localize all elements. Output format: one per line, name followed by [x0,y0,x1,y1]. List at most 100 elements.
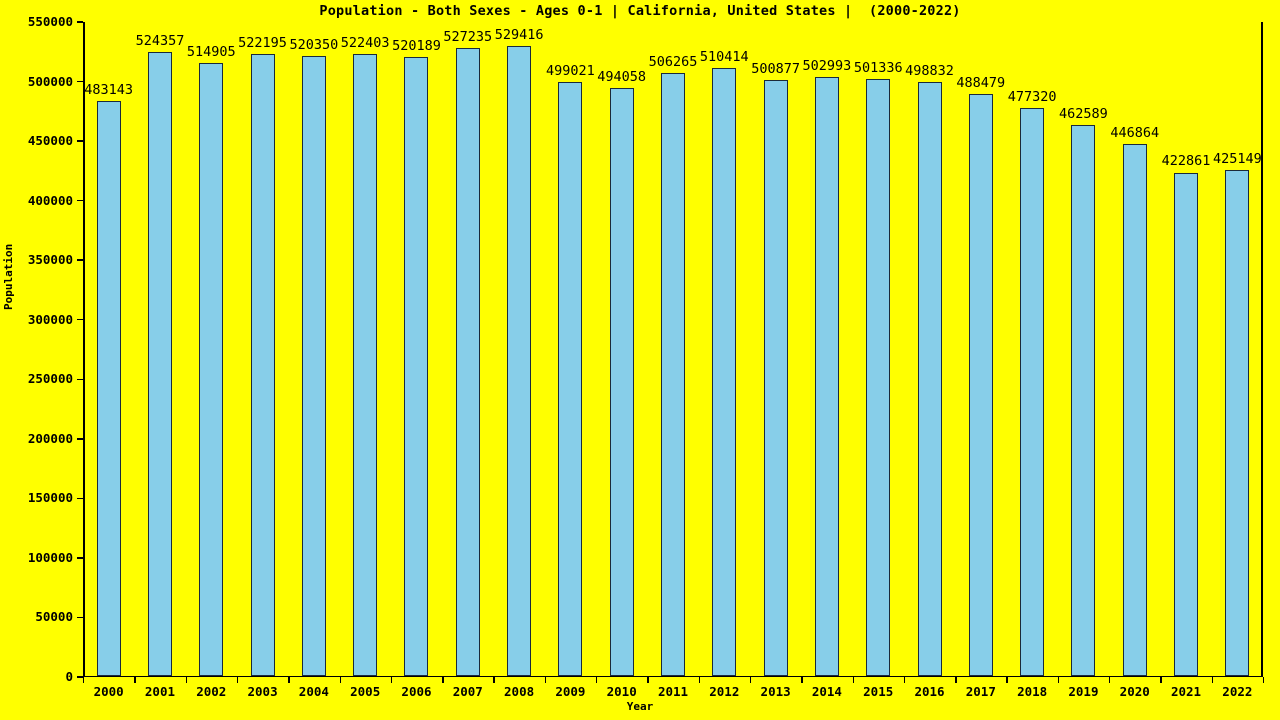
x-axis-tick [544,677,547,683]
bar[interactable] [301,56,326,677]
x-axis-tick [288,677,290,683]
x-axis-tick [134,677,136,683]
bar[interactable] [1122,143,1147,677]
x-axis-tick-label: 2019 [1068,684,1099,699]
y-axis-tick-label: 0 [65,669,73,684]
x-axis-tick [955,677,957,683]
y-axis-tick-label: 550000 [27,14,73,29]
x-axis-tick-label: 2003 [247,684,278,699]
bar[interactable] [353,53,378,677]
y-axis-tick [77,259,83,261]
x-axis-tick [185,677,187,683]
y-axis-tick [77,21,83,23]
bar[interactable] [404,56,429,677]
y-axis-tick [77,497,83,500]
y-axis-title: Population [2,243,15,310]
x-axis-tick-label: 2012 [709,684,740,699]
y-axis-tick [77,319,83,321]
x-axis-tick-label: 2009 [555,684,586,699]
bar[interactable] [507,45,532,677]
bar-value-label: 462589 [1059,106,1108,123]
bar-value-label: 520189 [392,37,441,54]
bar-value-label: 527235 [443,29,493,46]
y-axis-tick-label: 250000 [27,371,73,387]
y-axis-tick-label: 450000 [27,133,73,149]
bar-value-label: 501336 [853,59,903,76]
x-axis-tick [801,677,803,683]
y-axis-tick [77,616,83,619]
x-axis-tick-label: 2007 [452,684,483,699]
bar-value-label: 510414 [699,49,749,66]
x-axis-tick [903,677,906,683]
x-axis-tick [596,677,598,683]
y-axis-tick [77,378,83,380]
bar[interactable] [1020,107,1045,677]
right-spine [1261,22,1263,677]
x-axis-tick-label: 2013 [760,684,791,699]
bar[interactable] [917,82,942,677]
x-axis-tick [83,677,85,683]
x-axis-tick-label: 2018 [1017,684,1048,699]
x-axis-tick-label: 2020 [1119,684,1150,699]
x-axis-tick-label: 2000 [93,684,124,699]
y-axis-tick-label: 400000 [27,192,73,208]
bar[interactable] [814,77,839,677]
x-axis-tick-label: 2011 [657,684,689,699]
y-axis-line [83,22,85,677]
x-axis-tick [749,677,752,683]
x-axis-tick-label: 2002 [196,684,227,699]
bar[interactable] [866,79,891,677]
y-axis-tick-label: 200000 [27,430,73,446]
bar[interactable] [455,48,480,677]
x-axis-tick [1160,677,1162,683]
bar[interactable] [250,54,275,677]
bar-value-label: 422861 [1161,153,1211,170]
y-axis-tick [77,140,83,142]
bar-value-label: 506265 [648,54,698,71]
bar[interactable] [199,62,224,677]
y-axis-tick-label: 150000 [27,490,73,506]
y-axis-tick-label: 100000 [27,549,73,565]
bar-value-label: 488479 [956,75,1006,92]
x-axis-tick [236,677,239,683]
bar[interactable] [147,51,172,677]
bar-value-label: 499021 [546,62,595,79]
x-axis-tick [852,677,854,683]
x-axis-tick [1006,677,1008,683]
x-axis-tick [390,677,393,683]
x-axis-tick-label: 2010 [606,684,637,699]
y-axis-tick-label: 350000 [27,252,73,268]
bar-value-label: 529416 [494,26,544,43]
bar-value-label: 483143 [84,81,134,98]
y-axis-tick [77,438,83,440]
x-axis-tick-label: 2005 [350,684,381,699]
bar-value-label: 498832 [905,62,954,79]
bar-value-label: 522195 [238,35,287,52]
y-axis-tick-label: 50000 [35,609,73,625]
chart-title: Population - Both Sexes - Ages 0-1 | Cal… [319,3,961,19]
bar[interactable] [609,87,634,677]
y-axis-tick [77,80,83,83]
bar[interactable] [968,94,993,677]
bar-chart: Population - Both Sexes - Ages 0-1 | Cal… [0,0,1280,720]
x-axis-tick-label: 2015 [863,684,894,699]
bar[interactable] [1225,169,1250,677]
bar[interactable] [558,81,583,677]
bar[interactable] [1071,125,1096,677]
bar[interactable] [96,100,121,677]
bar[interactable] [712,68,737,677]
y-axis-tick-label: 300000 [27,311,73,327]
x-axis-tick [1057,677,1060,683]
bar-value-label: 425149 [1212,150,1262,167]
x-axis-tick-label: 2016 [914,684,945,699]
x-axis-tick [1263,677,1265,683]
bar-value-label: 494058 [597,68,647,85]
bar[interactable] [661,73,685,677]
bar-value-label: 502993 [802,57,852,74]
x-axis-title: Year [626,700,654,713]
bar[interactable] [1174,172,1199,677]
bar[interactable] [763,79,788,677]
x-axis-tick-label: 2022 [1222,684,1253,699]
x-axis-tick [647,677,649,683]
x-axis-tick [698,677,701,683]
